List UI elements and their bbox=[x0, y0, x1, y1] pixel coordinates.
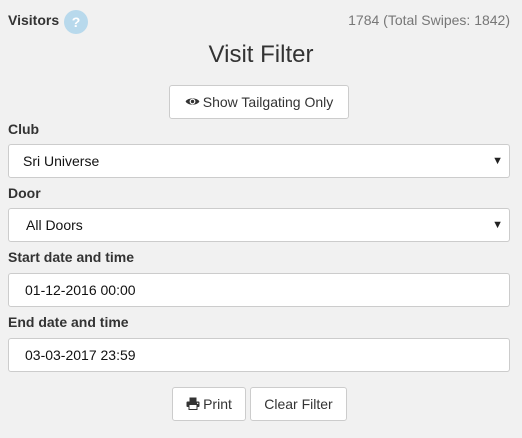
eye-icon bbox=[185, 98, 200, 105]
visitors-title: Visitors bbox=[8, 12, 60, 28]
show-tailgating-button[interactable]: Show Tailgating Only bbox=[169, 85, 349, 119]
club-selected-value: Sri Universe bbox=[23, 153, 100, 169]
print-icon bbox=[186, 397, 200, 411]
start-datetime-input[interactable]: 01-12-2016 00:00 bbox=[8, 273, 510, 307]
header: Visitors ? 1784 (Total Swipes: 1842) bbox=[8, 8, 512, 34]
club-select[interactable]: Sri Universe ▼ bbox=[8, 144, 510, 178]
print-label: Print bbox=[203, 396, 232, 412]
door-label: Door bbox=[8, 185, 41, 201]
print-button[interactable]: Print bbox=[172, 387, 246, 421]
end-datetime-label: End date and time bbox=[8, 314, 129, 330]
visitor-count: 1784 (Total Swipes: 1842) bbox=[348, 12, 510, 28]
page-title: Visit Filter bbox=[208, 41, 314, 68]
end-datetime-value: 03-03-2017 23:59 bbox=[25, 347, 136, 363]
clear-filter-button[interactable]: Clear Filter bbox=[250, 387, 347, 421]
clear-filter-label: Clear Filter bbox=[264, 396, 333, 412]
door-selected-value: All Doors bbox=[26, 217, 83, 233]
start-datetime-value: 01-12-2016 00:00 bbox=[25, 282, 136, 298]
end-datetime-input[interactable]: 03-03-2017 23:59 bbox=[8, 338, 510, 372]
club-label: Club bbox=[8, 121, 40, 137]
show-tailgating-label: Show Tailgating Only bbox=[202, 94, 334, 110]
dropdown-caret-icon: ▼ bbox=[492, 155, 503, 167]
help-icon[interactable]: ? bbox=[64, 10, 88, 34]
start-datetime-label: Start date and time bbox=[8, 249, 135, 265]
door-select[interactable]: All Doors ▼ bbox=[8, 208, 510, 242]
dropdown-caret-icon: ▼ bbox=[492, 219, 503, 231]
